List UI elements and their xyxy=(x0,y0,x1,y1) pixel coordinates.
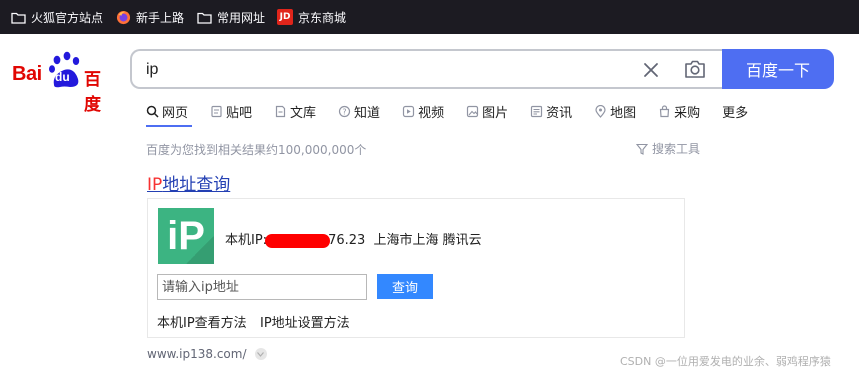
ip-result-card: iP 本机IP: 76.23 上海市上海 腾讯云 查询 本机IP查看方法 IP地址… xyxy=(147,198,685,338)
bookmark-firefox-official[interactable]: 火狐官方站点 xyxy=(10,0,103,34)
ip-logo-shade xyxy=(186,236,214,264)
folder-icon xyxy=(196,9,212,25)
search-tools-button[interactable]: 搜索工具 xyxy=(636,140,700,157)
logo-text-baidu-cn: 百度 xyxy=(84,70,101,115)
search-tabs: 网页 贴吧 文库 ? 知道 视频 图片 资讯 地图 采购 更多 xyxy=(146,100,770,126)
tab-video[interactable]: 视频 xyxy=(402,100,444,122)
bookmark-jd-mall[interactable]: JD 京东商城 xyxy=(277,0,346,34)
svg-text:?: ? xyxy=(342,107,346,116)
tab-label: 网页 xyxy=(162,105,189,121)
tab-label: 图片 xyxy=(482,105,509,121)
result-title-rest: 地址查询 xyxy=(162,175,231,195)
local-ip-help-link[interactable]: 本机IP查看方法 xyxy=(157,312,247,331)
active-tab-indicator xyxy=(146,125,192,127)
filter-icon xyxy=(636,143,648,155)
baidu-logo[interactable]: Bai du 百度 xyxy=(12,51,116,115)
tab-label: 资讯 xyxy=(546,105,573,121)
tab-label: 知道 xyxy=(354,105,381,121)
ip-settings-help-link[interactable]: IP地址设置方法 xyxy=(260,312,350,331)
tab-label: 视频 xyxy=(418,105,445,121)
tab-web[interactable]: 网页 xyxy=(146,100,188,122)
tab-label: 采购 xyxy=(674,105,701,121)
search-button[interactable]: 百度一下 xyxy=(722,49,834,89)
question-icon: ? xyxy=(338,105,351,118)
query-button[interactable]: 查询 xyxy=(377,274,433,299)
news-icon xyxy=(530,105,543,118)
search-tools-label: 搜索工具 xyxy=(652,142,701,156)
tab-purchase[interactable]: 采购 xyxy=(658,100,700,122)
chevron-down-icon[interactable] xyxy=(254,348,267,360)
bookmarks-toolbar: 火狐官方站点 新手上路 常用网址 JD 京东商城 xyxy=(0,0,859,34)
camera-icon[interactable] xyxy=(684,59,706,79)
ip-query-input[interactable] xyxy=(157,274,367,300)
tab-label: 文库 xyxy=(290,105,317,121)
bookmark-label: 常用网址 xyxy=(217,10,266,25)
clear-icon[interactable] xyxy=(642,61,660,79)
bookmark-getting-started[interactable]: 新手上路 xyxy=(115,0,184,34)
map-icon xyxy=(594,104,607,118)
search-icon xyxy=(146,105,159,118)
firefox-icon xyxy=(115,9,131,25)
bookmark-label: 京东商城 xyxy=(298,10,347,25)
ip-suffix: 76.23 xyxy=(328,233,366,248)
ip-label: 本机IP: xyxy=(225,233,268,248)
tab-wenku[interactable]: 文库 xyxy=(274,100,316,122)
result-title-highlight: IP xyxy=(147,175,163,195)
purchase-icon xyxy=(658,104,671,118)
ip-logo: iP xyxy=(158,208,214,264)
search-input[interactable] xyxy=(146,59,626,81)
video-icon xyxy=(402,105,415,118)
logo-text-bai: Bai xyxy=(12,63,42,85)
tab-tieba[interactable]: 贴吧 xyxy=(210,100,252,122)
tab-label: 地图 xyxy=(610,105,637,121)
ip-info: 本机IP: 76.23 上海市上海 腾讯云 xyxy=(225,229,482,248)
redaction-mark xyxy=(265,233,331,248)
tab-label: 贴吧 xyxy=(226,105,253,121)
tab-map[interactable]: 地图 xyxy=(594,100,636,122)
bookmark-label: 火狐官方站点 xyxy=(31,10,104,25)
bookmark-label: 新手上路 xyxy=(136,10,185,25)
folder-icon xyxy=(10,9,26,25)
logo-text-du: du xyxy=(55,70,70,84)
result-url[interactable]: www.ip138.com/ xyxy=(147,347,267,361)
result-count: 百度为您找到相关结果约100,000,000个 xyxy=(146,143,367,157)
jd-icon: JD xyxy=(277,9,294,25)
search-box xyxy=(130,49,724,89)
tab-zhidao[interactable]: ? 知道 xyxy=(338,100,380,122)
tieba-icon xyxy=(210,105,223,118)
ip-location: 上海市上海 腾讯云 xyxy=(373,233,482,248)
tab-image[interactable]: 图片 xyxy=(466,100,508,122)
tab-more[interactable]: 更多 xyxy=(722,100,748,122)
tab-label: 更多 xyxy=(722,105,749,121)
result-url-text: www.ip138.com/ xyxy=(147,347,247,361)
tab-news[interactable]: 资讯 xyxy=(530,100,572,122)
result-title-link[interactable]: IP地址查询 xyxy=(147,170,230,195)
bookmark-common-sites[interactable]: 常用网址 xyxy=(196,0,265,34)
document-icon xyxy=(274,105,287,118)
image-icon xyxy=(466,105,479,118)
watermark: CSDN @一位用爱发电的业余、弱鸡程序猿 xyxy=(620,355,831,368)
